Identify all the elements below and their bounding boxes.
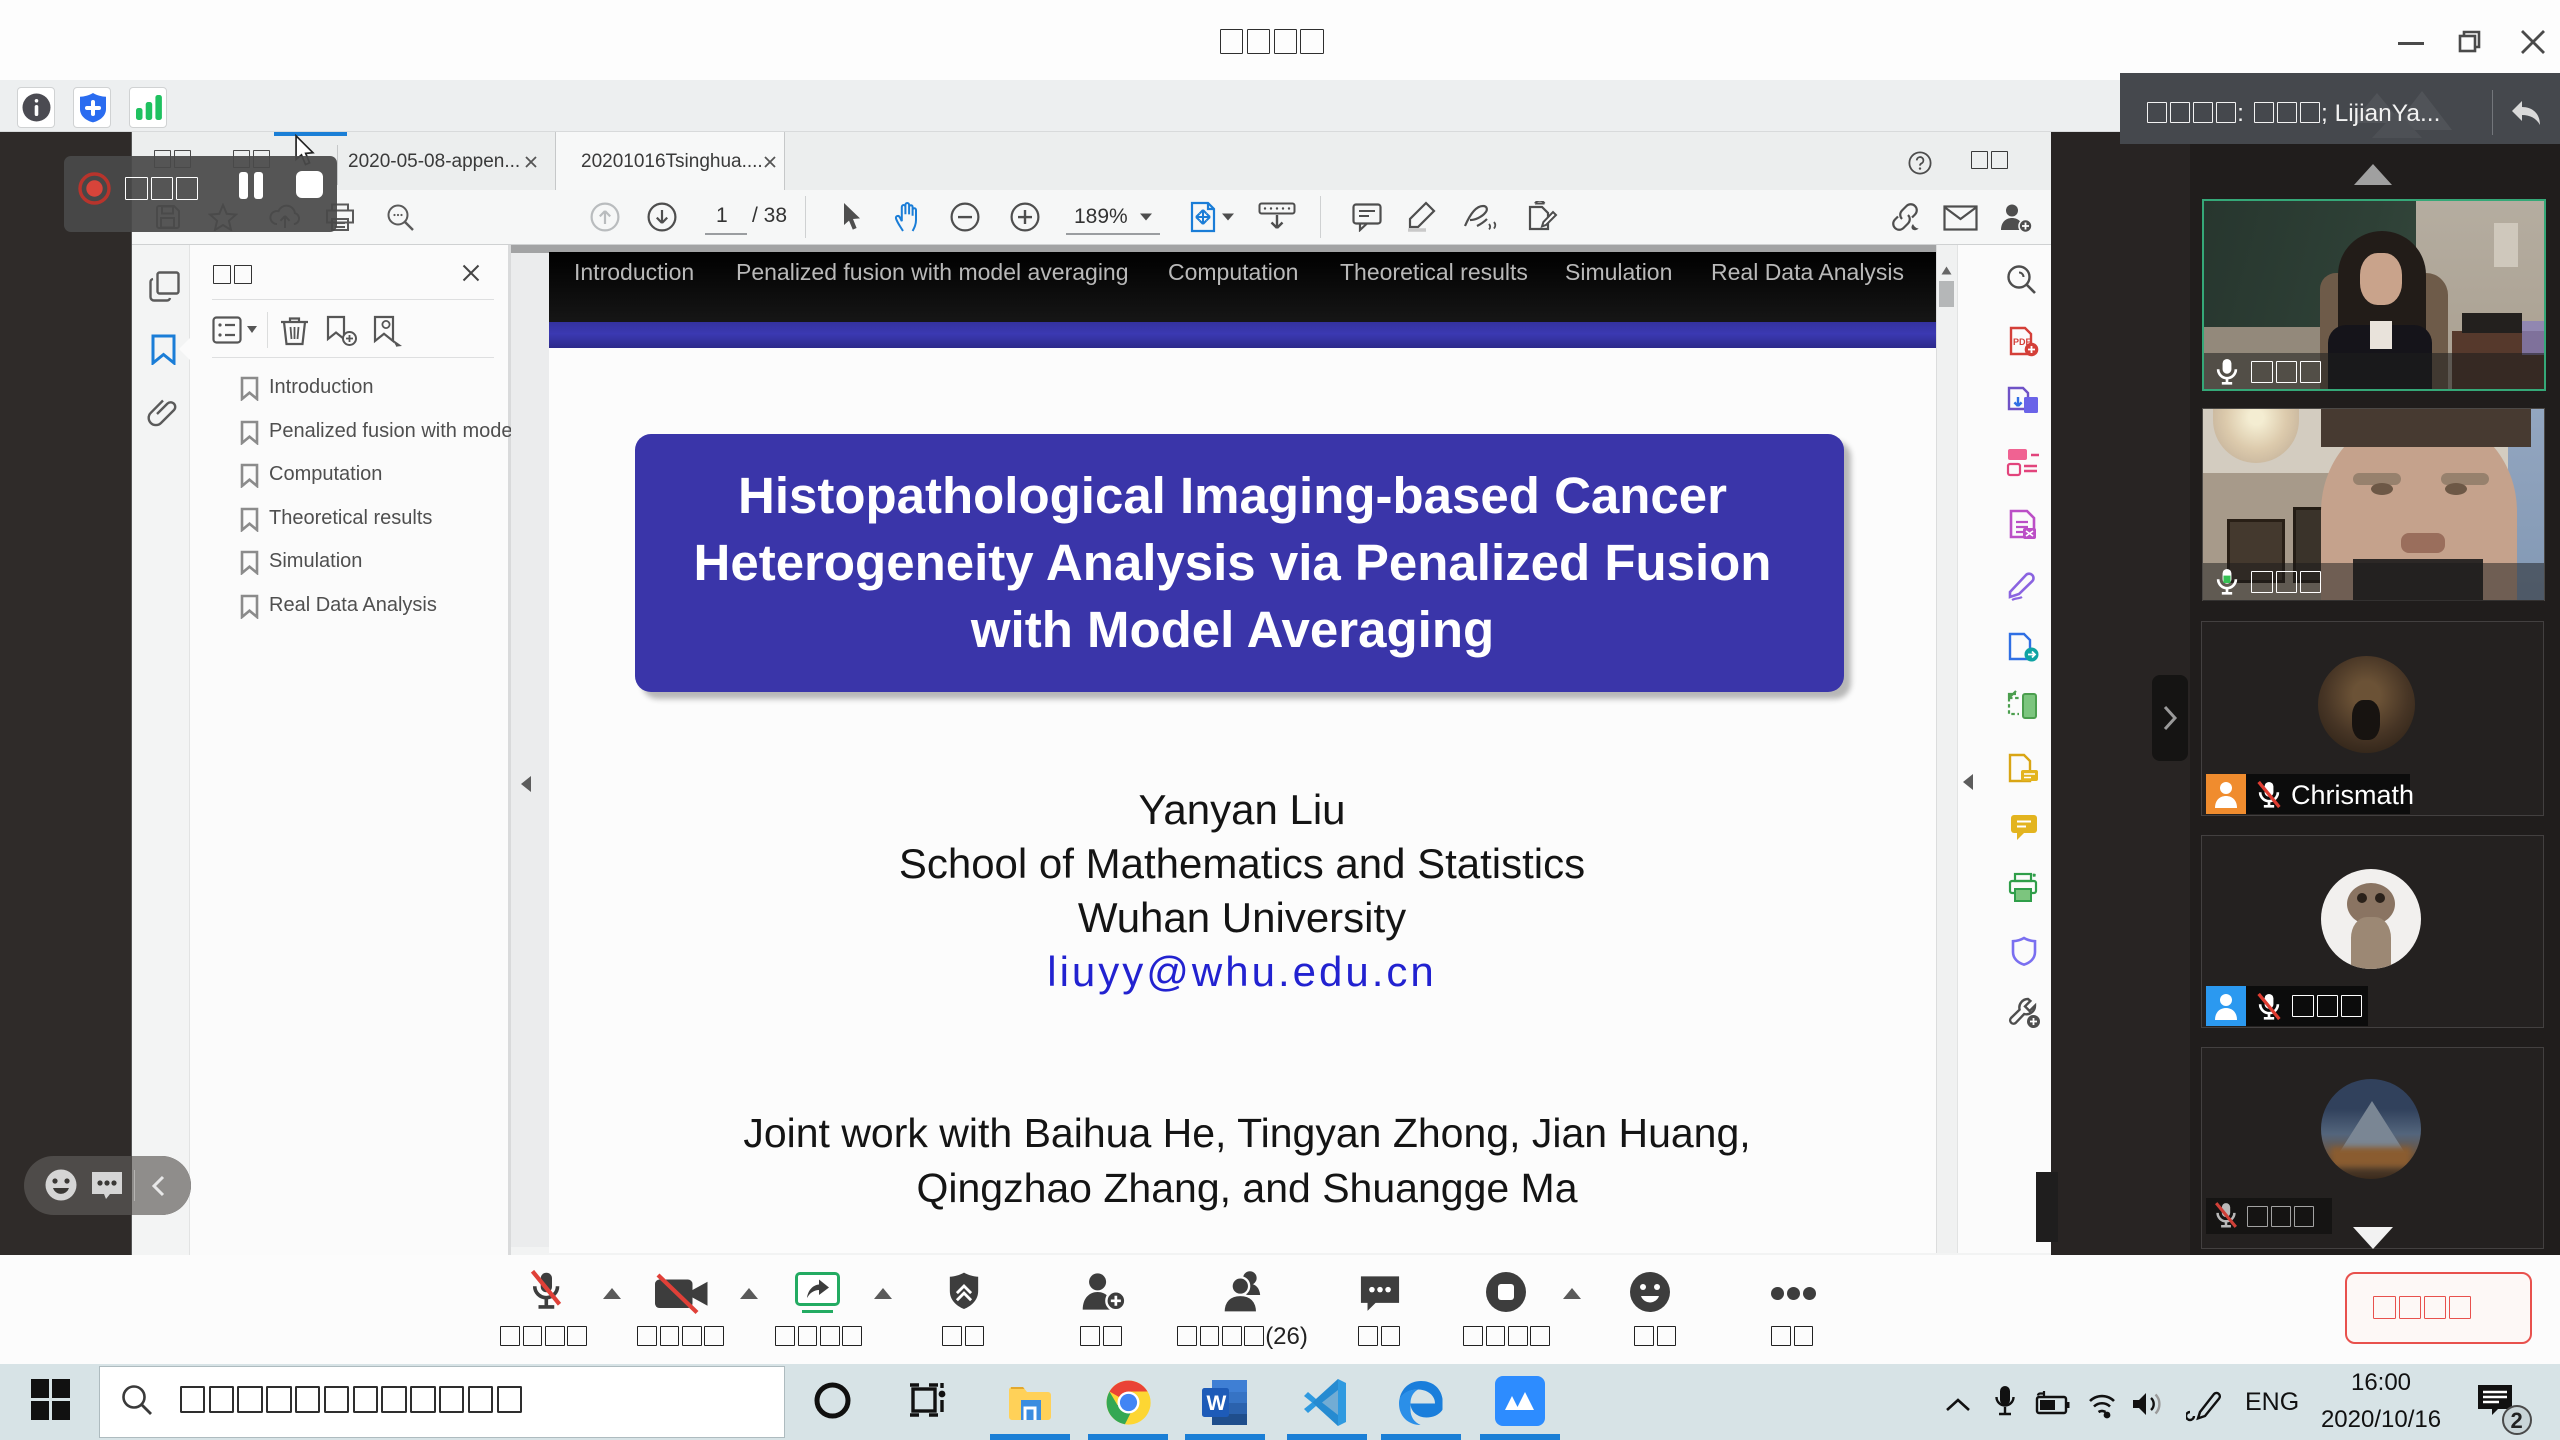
svg-text:2: 2 [2511,1408,2523,1433]
svg-text:W: W [1207,1392,1227,1415]
